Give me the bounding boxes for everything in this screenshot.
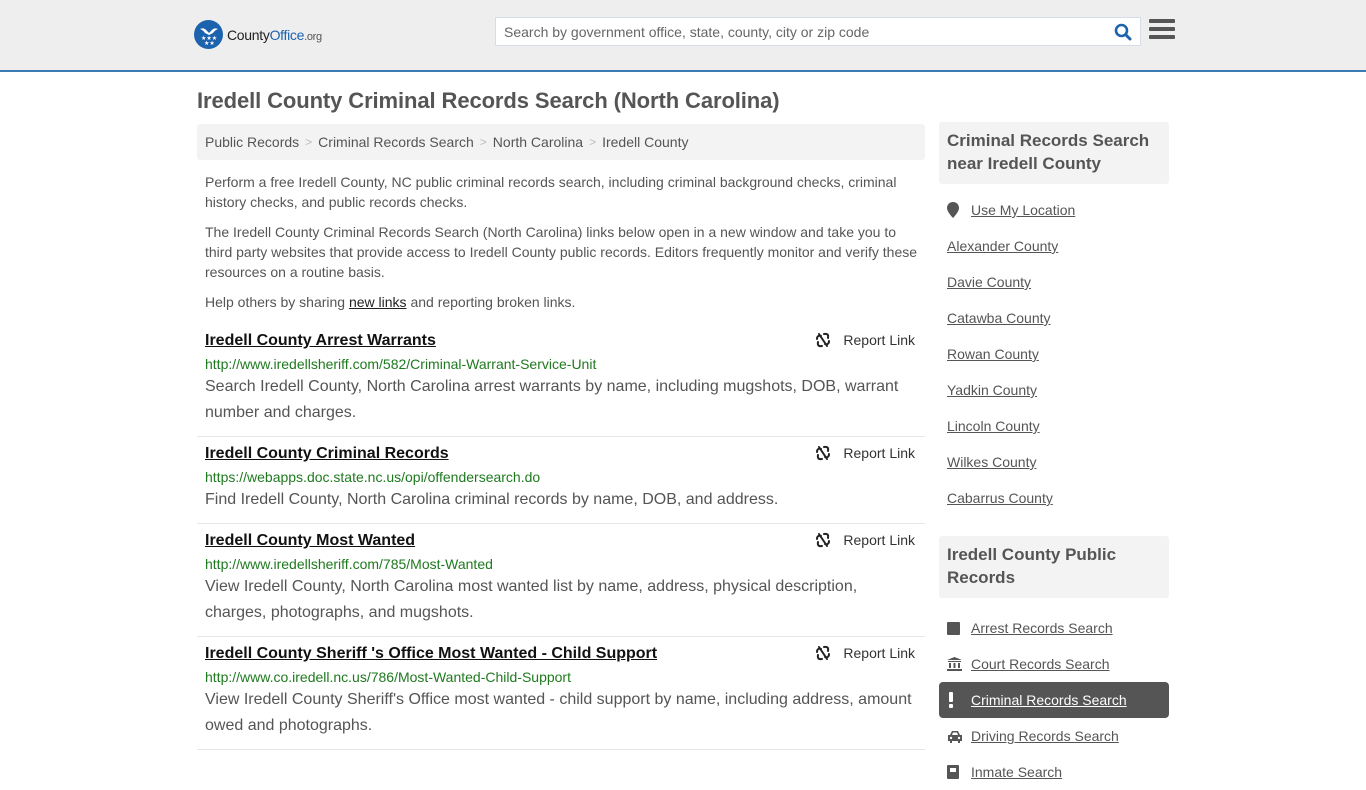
result-description: View Iredell County Sheriff's Office mos… xyxy=(205,691,912,734)
intro-paragraph-2: The Iredell County Criminal Records Sear… xyxy=(205,224,918,280)
public-records-item-active: Criminal Records Search xyxy=(939,682,1169,718)
report-link-button[interactable]: Report Link xyxy=(815,645,915,661)
report-link-button[interactable]: Report Link xyxy=(815,445,915,461)
breadcrumb-public-records[interactable]: Public Records xyxy=(205,134,299,150)
breadcrumb-separator: > xyxy=(589,135,597,149)
intro-paragraph-3: Help others by sharing new links and rep… xyxy=(205,294,576,310)
result-title-link[interactable]: Iredell County Sheriff 's Office Most Wa… xyxy=(205,643,657,665)
new-links-link[interactable]: new links xyxy=(349,294,407,310)
intro-text: Perform a free Iredell County, NC public… xyxy=(197,172,925,312)
sidebar: Criminal Records Search near Iredell Cou… xyxy=(939,122,1169,790)
hamburger-menu-icon[interactable] xyxy=(1149,19,1175,43)
broken-link-icon xyxy=(816,645,831,661)
result-item: Iredell County Criminal Records Report L… xyxy=(197,437,925,524)
search-button[interactable] xyxy=(1106,18,1140,45)
result-title-link[interactable]: Iredell County Criminal Records xyxy=(205,443,449,465)
main-content: Public Records > Criminal Records Search… xyxy=(197,124,925,750)
nearby-county-item: Catawba County xyxy=(939,300,1169,336)
breadcrumb-separator: > xyxy=(479,135,487,149)
criminal-records-link[interactable]: Criminal Records Search xyxy=(971,692,1127,708)
use-my-location-item: Use My Location xyxy=(939,192,1169,228)
car-icon xyxy=(947,730,971,743)
arrest-records-link[interactable]: Arrest Records Search xyxy=(971,620,1113,636)
square-icon xyxy=(947,621,971,635)
public-records-item: Court Records Search xyxy=(939,646,1169,682)
public-records-item: Arrest Records Search xyxy=(939,610,1169,646)
broken-link-icon xyxy=(816,445,831,461)
search-icon xyxy=(1114,23,1132,40)
report-link-button[interactable]: Report Link xyxy=(815,532,915,548)
result-url: http://www.iredellsheriff.com/582/Crimin… xyxy=(205,356,597,372)
broken-link-icon xyxy=(816,532,831,548)
site-logo[interactable]: ★★★ ★★ CountyOffice.org xyxy=(194,20,322,49)
result-description: Search Iredell County, North Carolina ar… xyxy=(205,378,899,421)
map-marker-icon xyxy=(947,202,971,218)
logo-text: CountyOffice.org xyxy=(227,26,322,43)
report-link-button[interactable]: Report Link xyxy=(815,332,915,348)
nearby-county-link[interactable]: Wilkes County xyxy=(947,454,1036,470)
nearby-heading: Criminal Records Search near Iredell Cou… xyxy=(939,122,1169,184)
courthouse-icon xyxy=(947,657,971,671)
intro-paragraph-1: Perform a free Iredell County, NC public… xyxy=(205,174,897,210)
nearby-county-item: Yadkin County xyxy=(939,372,1169,408)
nearby-county-item: Lincoln County xyxy=(939,408,1169,444)
nearby-county-link[interactable]: Catawba County xyxy=(947,310,1051,326)
inmate-icon xyxy=(947,765,971,779)
broken-link-icon xyxy=(816,332,831,348)
result-url: https://webapps.doc.state.nc.us/opi/offe… xyxy=(205,469,541,485)
nearby-county-link[interactable]: Cabarrus County xyxy=(947,490,1053,506)
public-records-list: Arrest Records Search Court Records Sear… xyxy=(939,610,1169,790)
result-item: Iredell County Arrest Warrants Report Li… xyxy=(197,324,925,437)
inmate-search-link[interactable]: Inmate Search xyxy=(971,764,1062,780)
result-item: Iredell County Most Wanted Report Link h… xyxy=(197,524,925,637)
page-title: Iredell County Criminal Records Search (… xyxy=(197,88,780,113)
public-records-heading: Iredell County Public Records xyxy=(939,536,1169,598)
breadcrumb-north-carolina[interactable]: North Carolina xyxy=(493,134,583,150)
exclamation-icon xyxy=(947,692,971,708)
breadcrumb-iredell-county[interactable]: Iredell County xyxy=(602,134,688,150)
result-item: Iredell County Sheriff 's Office Most Wa… xyxy=(197,637,925,750)
nearby-county-item: Wilkes County xyxy=(939,444,1169,480)
result-url: http://www.iredellsheriff.com/785/Most-W… xyxy=(205,556,493,572)
site-header: ★★★ ★★ CountyOffice.org xyxy=(0,0,1366,72)
logo-eagle-icon: ★★★ ★★ xyxy=(194,20,223,49)
nearby-counties-list: Use My Location Alexander County Davie C… xyxy=(939,192,1169,516)
nearby-county-link[interactable]: Lincoln County xyxy=(947,418,1040,434)
breadcrumb-criminal-records-search[interactable]: Criminal Records Search xyxy=(318,134,474,150)
nearby-county-item: Rowan County xyxy=(939,336,1169,372)
search-input[interactable] xyxy=(496,18,1106,45)
public-records-item: Driving Records Search xyxy=(939,718,1169,754)
nearby-county-link[interactable]: Yadkin County xyxy=(947,382,1037,398)
breadcrumb-separator: > xyxy=(305,135,313,149)
nearby-county-link[interactable]: Rowan County xyxy=(947,346,1039,362)
nearby-county-link[interactable]: Davie County xyxy=(947,274,1031,290)
nearby-county-item: Cabarrus County xyxy=(939,480,1169,516)
nearby-county-link[interactable]: Alexander County xyxy=(947,238,1058,254)
driving-records-link[interactable]: Driving Records Search xyxy=(971,728,1119,744)
svg-text:★★: ★★ xyxy=(204,40,215,45)
search-box xyxy=(495,17,1141,46)
results-list: Iredell County Arrest Warrants Report Li… xyxy=(197,324,925,750)
nearby-county-item: Davie County xyxy=(939,264,1169,300)
court-records-link[interactable]: Court Records Search xyxy=(971,656,1110,672)
public-records-item: Inmate Search xyxy=(939,754,1169,790)
result-description: View Iredell County, North Carolina most… xyxy=(205,578,858,621)
result-description: Find Iredell County, North Carolina crim… xyxy=(205,491,779,508)
result-title-link[interactable]: Iredell County Arrest Warrants xyxy=(205,330,436,352)
breadcrumb: Public Records > Criminal Records Search… xyxy=(197,124,925,160)
result-title-link[interactable]: Iredell County Most Wanted xyxy=(205,530,415,552)
use-my-location-link[interactable]: Use My Location xyxy=(971,202,1075,218)
nearby-county-item: Alexander County xyxy=(939,228,1169,264)
result-url: http://www.co.iredell.nc.us/786/Most-Wan… xyxy=(205,669,571,685)
